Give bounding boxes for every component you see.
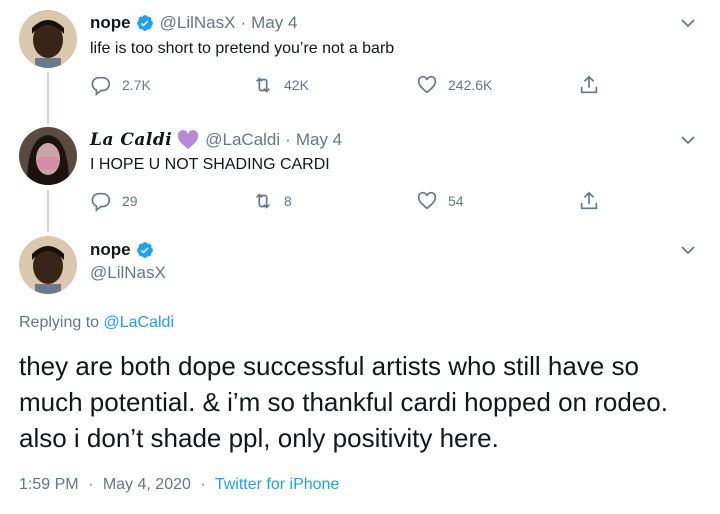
avatar-lacaldi[interactable] bbox=[19, 127, 77, 185]
heart-icon bbox=[417, 191, 437, 210]
heart-icon bbox=[417, 75, 437, 94]
tweet-thread: nope @LilNasX · May 4 life is too short … bbox=[0, 0, 720, 514]
tweet-2-name[interactable]: La Caldi bbox=[90, 130, 172, 150]
replying-label: Replying to bbox=[19, 314, 100, 331]
avatar-lacaldi-image bbox=[19, 127, 77, 185]
reply-button[interactable]: 2.7K bbox=[90, 74, 151, 96]
tweet-2-handle[interactable]: @LaCaldi bbox=[205, 130, 280, 150]
main-tweet-text: they are both dope successful artists wh… bbox=[19, 351, 668, 453]
retweet-button[interactable]: 42K bbox=[252, 74, 309, 96]
reply-count: 2.7K bbox=[122, 77, 151, 93]
tweet-1-date[interactable]: May 4 bbox=[251, 13, 297, 33]
share-button[interactable] bbox=[578, 190, 610, 212]
replying-to-link[interactable]: @LaCaldi bbox=[104, 314, 175, 331]
share-button[interactable] bbox=[578, 74, 610, 96]
reply-count: 29 bbox=[122, 193, 138, 209]
tweet-date[interactable]: May 4, 2020 bbox=[103, 476, 191, 493]
tweet-1-text: life is too short to pretend you’re not … bbox=[90, 40, 395, 57]
purple-heart-icon bbox=[177, 130, 199, 150]
main-tweet-name[interactable]: nope bbox=[90, 240, 131, 260]
tweet-1-handle[interactable]: @LilNasX bbox=[160, 13, 236, 33]
tweet-source-link[interactable]: Twitter for iPhone bbox=[215, 476, 340, 493]
tweet-2-date[interactable]: May 4 bbox=[296, 130, 342, 150]
avatar-lilnasx[interactable] bbox=[19, 10, 77, 68]
tweet-2-actions: 29 8 54 bbox=[90, 190, 610, 214]
verified-badge-icon bbox=[136, 241, 154, 259]
avatar-lilnasx-image bbox=[19, 10, 77, 68]
avatar-lilnasx-image bbox=[19, 236, 77, 294]
like-count: 54 bbox=[448, 193, 464, 209]
like-button[interactable]: 242.6K bbox=[416, 74, 492, 96]
reply-icon bbox=[91, 192, 111, 212]
chevron-down-icon[interactable] bbox=[680, 132, 696, 148]
avatar-lilnasx[interactable] bbox=[19, 236, 77, 294]
like-button[interactable]: 54 bbox=[416, 190, 464, 212]
tweet-1-actions: 2.7K 42K 242.6K bbox=[90, 74, 610, 98]
tweet-2-header: La Caldi @LaCaldi · May 4 bbox=[90, 130, 343, 150]
main-tweet-header: nope @LilNasX bbox=[90, 240, 166, 283]
tweet-time[interactable]: 1:59 PM bbox=[19, 476, 79, 493]
replying-to: Replying to @LaCaldi bbox=[19, 314, 174, 332]
verified-badge-icon bbox=[136, 14, 154, 32]
tweet-1-name[interactable]: nope bbox=[90, 13, 131, 33]
main-tweet-handle[interactable]: @LilNasX bbox=[90, 263, 166, 283]
retweet-count: 8 bbox=[284, 193, 292, 209]
thread-connector bbox=[47, 190, 49, 232]
chevron-down-icon[interactable] bbox=[680, 242, 696, 258]
share-icon bbox=[580, 75, 598, 94]
chevron-down-icon[interactable] bbox=[680, 15, 696, 31]
tweet-2-text: I HOPE U NOT SHADING CARDI bbox=[90, 156, 330, 173]
retweet-count: 42K bbox=[284, 77, 309, 93]
share-icon bbox=[580, 191, 598, 210]
thread-connector bbox=[47, 72, 49, 124]
tweet-meta: 1:59 PM · May 4, 2020 · Twitter for iPho… bbox=[19, 476, 340, 493]
retweet-icon bbox=[255, 77, 271, 93]
retweet-button[interactable]: 8 bbox=[252, 190, 292, 212]
tweet-1-header: nope @LilNasX · May 4 bbox=[90, 13, 298, 33]
reply-button[interactable]: 29 bbox=[90, 190, 138, 212]
reply-icon bbox=[91, 76, 111, 96]
like-count: 242.6K bbox=[448, 77, 493, 93]
retweet-icon bbox=[255, 193, 271, 209]
